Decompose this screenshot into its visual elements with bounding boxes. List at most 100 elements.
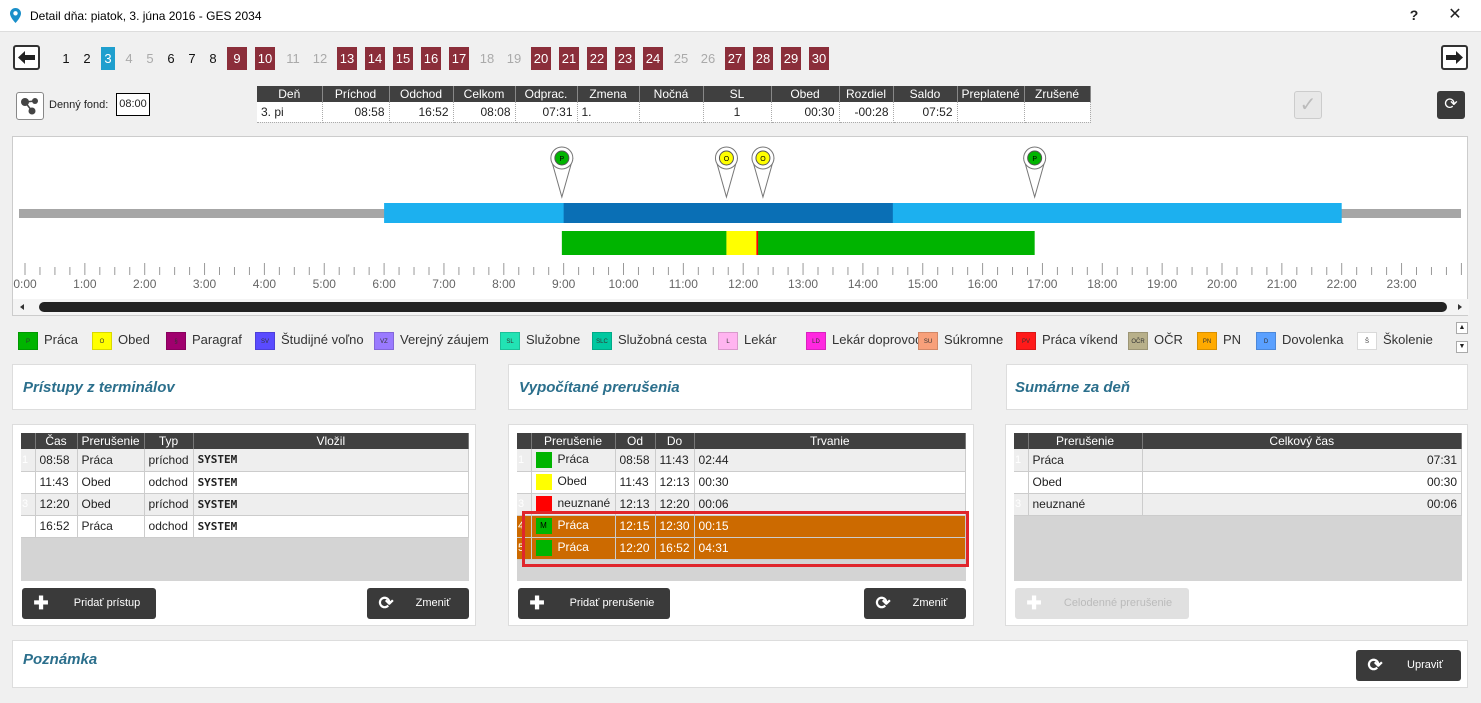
col-prerusenie[interactable]: Prerušenie [531, 433, 616, 449]
refresh-button[interactable]: ⟳ [1437, 91, 1465, 119]
day-14[interactable]: 14 [365, 47, 385, 70]
cell-typ: príchod [144, 493, 194, 516]
day-2[interactable]: 2 [80, 47, 94, 70]
legend-scroll-up[interactable]: ▲ [1456, 322, 1468, 334]
hour-label-6: 6:00 [372, 277, 396, 291]
table-row[interactable]: 3 12:20 Obed príchod SYSTEM [21, 493, 470, 516]
interruption-name: Obed [557, 474, 587, 489]
change-access-button[interactable]: ⟳ Zmeniť [367, 588, 469, 619]
day-9[interactable]: 9 [227, 47, 247, 70]
cell-trvanie: 02:44 [694, 449, 967, 472]
col-od[interactable]: Od [615, 433, 656, 449]
day-16[interactable]: 16 [421, 47, 441, 70]
fond-input[interactable]: 08:00 [116, 93, 150, 116]
day-24[interactable]: 24 [643, 47, 663, 70]
summary-table[interactable]: Prerušenie Celkový čas 1 Práca 07:31 2 Obed 0… [1014, 433, 1462, 516]
day-13[interactable]: 13 [337, 47, 357, 70]
table-row[interactable]: 1 Práca 08:58 11:43 02:44 [517, 449, 967, 472]
change-interruption-button[interactable]: ⟳ Zmeniť [864, 588, 966, 619]
legend-swatch-icon: SLC [592, 331, 612, 350]
day-cell-12 [1024, 102, 1091, 123]
hour-label-23: 23:00 [1387, 277, 1417, 291]
day-15[interactable]: 15 [393, 47, 413, 70]
day-11[interactable]: 11 [283, 47, 303, 70]
cell-vlozil: SYSTEM [193, 449, 470, 472]
map-pin-icon [10, 8, 21, 23]
add-interruption-button[interactable]: ✚ Pridať prerušenie [518, 588, 670, 619]
fond-settings-button[interactable] [16, 92, 44, 120]
col-prerusenie[interactable]: Prerušenie [1028, 433, 1143, 449]
day-col-5: Zmena [577, 86, 640, 102]
help-button[interactable]: ? [1404, 5, 1424, 25]
legend-label: Študijné voľno [281, 332, 364, 347]
day-18[interactable]: 18 [477, 47, 497, 70]
table-row[interactable]: 3 neuznané 00:06 [1014, 493, 1462, 516]
confirm-button[interactable]: ✓ [1294, 91, 1322, 119]
summary-title: Sumárne za deň [1015, 379, 1131, 396]
day-7[interactable]: 7 [185, 47, 199, 70]
next-day-button[interactable] [1441, 45, 1468, 70]
col-vlozil[interactable]: Vložil [193, 433, 470, 449]
table-row[interactable]: 1 Práca 07:31 [1014, 449, 1462, 472]
col-do[interactable]: Do [655, 433, 695, 449]
day-20[interactable]: 20 [531, 47, 551, 70]
day-28[interactable]: 28 [753, 47, 773, 70]
add-access-label: Pridať prístup [73, 597, 141, 609]
table-row[interactable]: 2 Obed 00:30 [1014, 471, 1462, 494]
day-1[interactable]: 1 [59, 47, 73, 70]
table-row[interactable]: 2 Obed 11:43 12:13 00:30 [517, 471, 967, 494]
day-12[interactable]: 12 [310, 47, 330, 70]
terminals-header-panel: Prístupy z terminálov [12, 364, 476, 410]
day-3[interactable]: 3 [101, 47, 115, 70]
legend-scroll-down[interactable]: ▼ [1456, 341, 1468, 353]
day-23[interactable]: 23 [615, 47, 635, 70]
scrollbar-thumb[interactable] [39, 302, 1447, 312]
day-17[interactable]: 17 [449, 47, 469, 70]
day-29[interactable]: 29 [781, 47, 801, 70]
day-col-10: Saldo [893, 86, 958, 102]
day-21[interactable]: 21 [559, 47, 579, 70]
close-button[interactable]: ✕ [1445, 5, 1465, 25]
cell-vlozil: SYSTEM [193, 515, 470, 538]
row-number: 1 [21, 449, 36, 472]
day-19[interactable]: 19 [504, 47, 524, 70]
col-prerusenie[interactable]: Prerušenie [77, 433, 145, 449]
cell-od: 11:43 [615, 471, 656, 494]
day-4[interactable]: 4 [122, 47, 136, 70]
timeline-canvas: P O O P 0:00 1:00 2:00 3:00 4:00 5:00 6:00 7:00 8:00… [13, 146, 1469, 315]
col-typ[interactable]: Typ [144, 433, 194, 449]
day-10[interactable]: 10 [255, 47, 275, 70]
row-number: 1 [517, 449, 532, 472]
col-trvanie[interactable]: Trvanie [694, 433, 967, 449]
terminals-table[interactable]: Čas Prerušenie Typ Vložil 1 08:58 Práca prí… [21, 433, 470, 538]
day-30[interactable]: 30 [809, 47, 829, 70]
day-22[interactable]: 22 [587, 47, 607, 70]
window-title: Detail dňa: piatok, 3. júna 2016 - GES 2… [30, 9, 262, 23]
prev-day-button[interactable] [13, 45, 40, 70]
day-5[interactable]: 5 [143, 47, 157, 70]
day-6[interactable]: 6 [164, 47, 178, 70]
col-celkovy-cas[interactable]: Celkový čas [1142, 433, 1462, 449]
table-row[interactable]: 4 16:52 Práca odchod SYSTEM [21, 515, 470, 538]
cell-prerusenie: Práca [1028, 449, 1143, 472]
day-27[interactable]: 27 [725, 47, 745, 70]
add-access-button[interactable]: ✚ Pridať prístup [22, 588, 156, 619]
legend-item-o: O Obed [92, 330, 150, 350]
table-row[interactable]: 1 08:58 Práca príchod SYSTEM [21, 449, 470, 472]
table-row[interactable]: 2 11:43 Obed odchod SYSTEM [21, 471, 470, 494]
edit-note-button[interactable]: ⟳ Upraviť [1356, 650, 1461, 681]
day-col-8: Obed [771, 86, 840, 102]
legend-item-l: L Lekár [718, 330, 777, 350]
add-interruption-label: Pridať prerušenie [569, 597, 655, 609]
hour-label-21: 21:00 [1267, 277, 1297, 291]
cell-do: 11:43 [655, 449, 695, 472]
day-cell-1: 08:58 [322, 102, 390, 123]
allday-interruption-button[interactable]: ✚ Celodenné prerušenie [1015, 588, 1189, 619]
computed-header-panel: Vypočítané prerušenia [508, 364, 972, 410]
day-8[interactable]: 8 [206, 47, 220, 70]
day-26[interactable]: 26 [698, 47, 718, 70]
legend-swatch-icon: D [1256, 331, 1276, 350]
day-25[interactable]: 25 [671, 47, 691, 70]
marker-letter-1: O [724, 156, 730, 163]
col-cas[interactable]: Čas [35, 433, 78, 449]
